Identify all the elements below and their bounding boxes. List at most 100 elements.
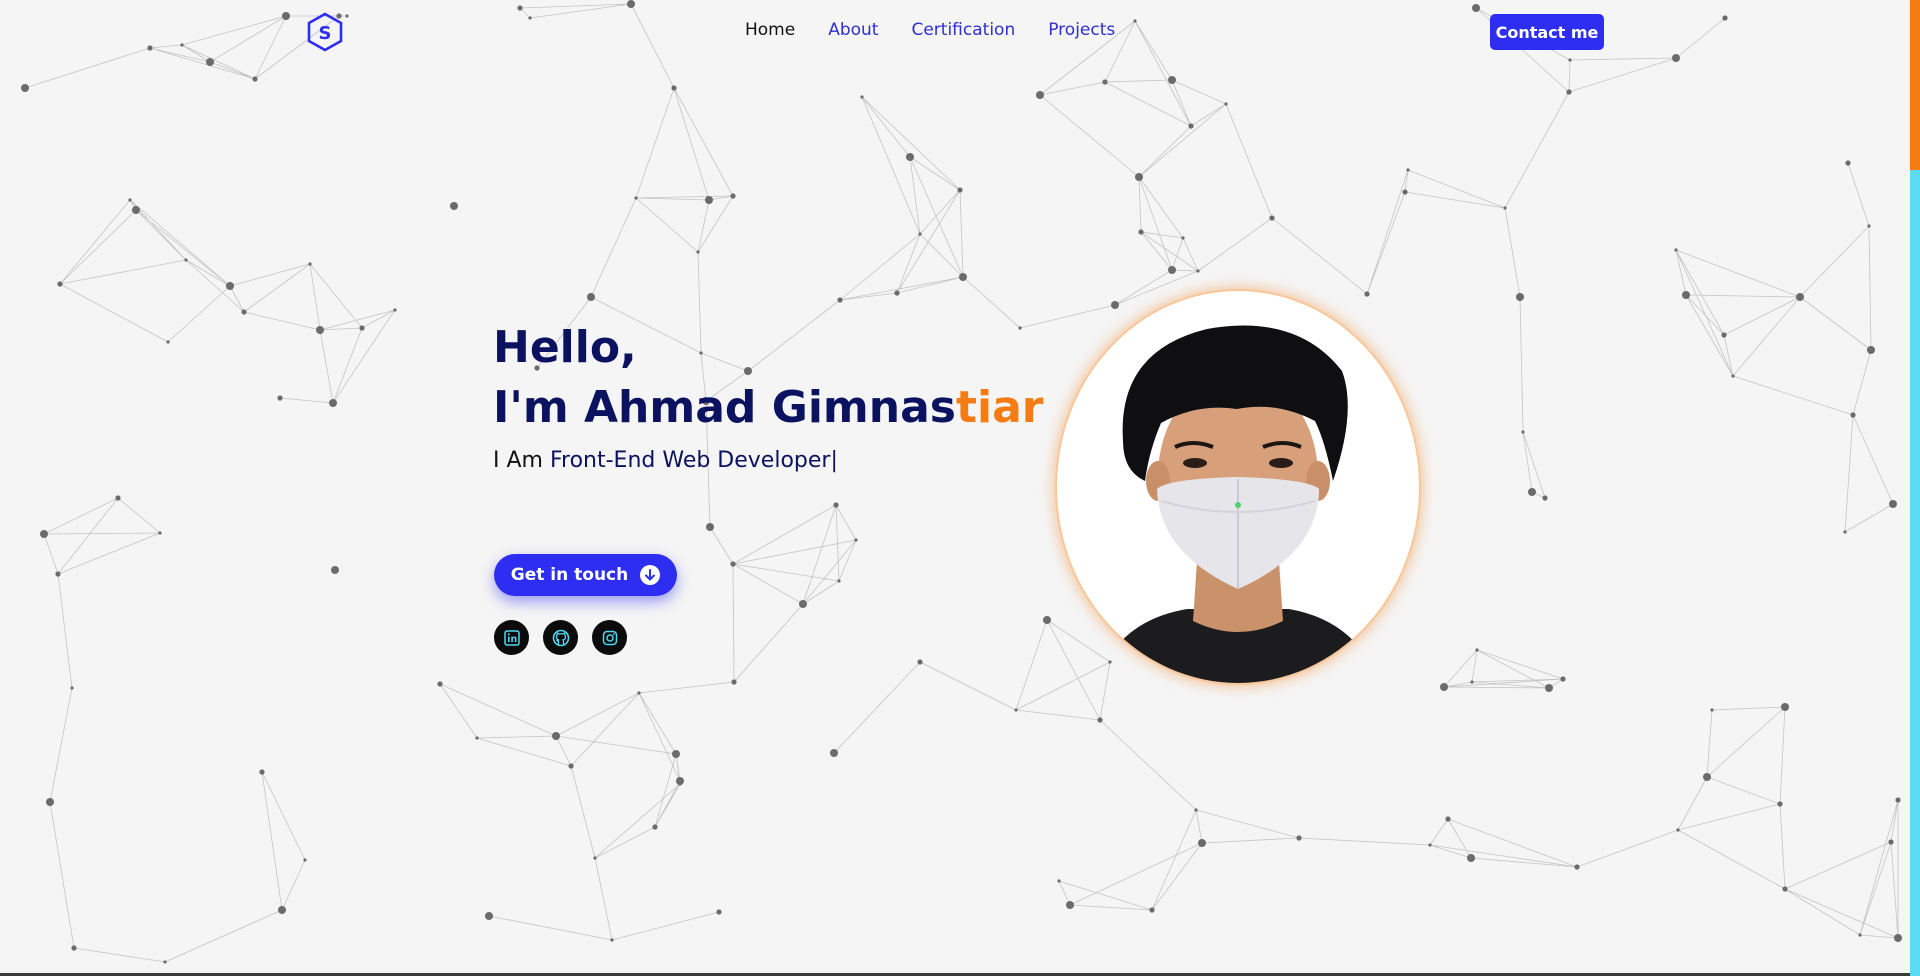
network-node (1703, 773, 1711, 781)
network-node (1467, 854, 1475, 862)
contact-me-button[interactable]: Contact me (1490, 14, 1604, 50)
instagram-link[interactable] (592, 620, 627, 655)
network-node (833, 502, 839, 508)
hero-greeting: Hello, (493, 322, 637, 373)
network-node (730, 193, 736, 199)
network-node (1181, 236, 1185, 240)
network-node (652, 824, 658, 830)
network-node (1364, 291, 1370, 297)
network-links (24, 3, 1899, 963)
instagram-icon (602, 630, 617, 645)
network-node (634, 196, 638, 200)
network-node (278, 906, 286, 914)
profile-photo (1057, 291, 1419, 683)
get-in-touch-button[interactable]: Get in touch (494, 554, 677, 596)
nav-about[interactable]: About (828, 20, 878, 40)
network-node (1867, 224, 1871, 228)
linkedin-icon (503, 629, 520, 646)
network-node (1402, 189, 1408, 195)
network-node (316, 326, 324, 334)
network-node (1674, 248, 1678, 252)
network-node (1138, 229, 1144, 235)
navbar: S Home About Certification Projects Cont… (0, 0, 1910, 64)
network-node (610, 938, 614, 942)
network-node (1135, 173, 1143, 181)
network-node (450, 202, 458, 210)
arrow-down-circle-icon (640, 565, 661, 585)
network-node (1843, 530, 1847, 534)
network-node (475, 736, 479, 740)
network-node (671, 85, 677, 91)
network-node (552, 732, 560, 740)
network-node (1542, 495, 1548, 501)
scrollbar-thumb[interactable] (1910, 0, 1920, 170)
network-node (158, 531, 162, 535)
hero-name: I'm Ahmad Gimnastiar (493, 378, 1044, 438)
network-node (46, 798, 54, 806)
network-node (57, 281, 63, 287)
network-node (132, 206, 140, 214)
network-node (128, 198, 132, 202)
network-node (854, 538, 858, 542)
network-node (115, 495, 121, 501)
network-node (1269, 215, 1275, 221)
network-node (252, 76, 258, 82)
social-links (494, 620, 627, 655)
network-node (1850, 412, 1856, 418)
hero-role: Front-End Web Developer (549, 448, 831, 473)
network-node (1867, 346, 1875, 354)
github-link[interactable] (543, 620, 578, 655)
network-node (1296, 835, 1302, 841)
network-node (906, 153, 914, 161)
network-node (672, 750, 680, 758)
network-node (1682, 291, 1690, 299)
network-node (303, 858, 307, 862)
network-node (241, 309, 247, 315)
network-node (957, 187, 963, 193)
network-node (706, 523, 714, 531)
network-node (485, 912, 493, 920)
network-node (329, 399, 337, 407)
nav-home[interactable]: Home (745, 20, 795, 40)
network-node (40, 530, 48, 538)
network-node (860, 95, 864, 99)
network-node (359, 325, 365, 331)
network-node (1895, 797, 1901, 803)
network-node (70, 686, 74, 690)
nav-projects[interactable]: Projects (1048, 20, 1115, 40)
network-node (837, 297, 843, 303)
network-node (1721, 332, 1727, 338)
linkedin-link[interactable] (494, 620, 529, 655)
github-icon (552, 629, 569, 646)
network-node (1149, 907, 1155, 913)
network-node (1102, 79, 1108, 85)
network-node (1224, 102, 1228, 106)
hero-name-accent: tiar (956, 382, 1044, 433)
hexagon-logo-icon[interactable]: S (306, 12, 344, 52)
network-node (1516, 293, 1524, 301)
network-node (1574, 864, 1580, 870)
network-node (696, 250, 700, 254)
network-node (1111, 301, 1119, 309)
network-node (1194, 808, 1198, 812)
network-node (1445, 816, 1451, 822)
network-node (1889, 500, 1897, 508)
network-node (1043, 616, 1051, 624)
network-node (799, 600, 807, 608)
network-node (1731, 374, 1735, 378)
network-node (959, 273, 967, 281)
network-node (55, 571, 61, 577)
network-node (1894, 934, 1902, 942)
network-node (1428, 843, 1432, 847)
network-node (1014, 708, 1018, 712)
network-node (830, 749, 838, 757)
network-node (1858, 933, 1862, 937)
network-node (1845, 160, 1851, 166)
network-node (437, 681, 443, 687)
network-node (393, 308, 397, 312)
network-node (1503, 206, 1507, 210)
nav-certification[interactable]: Certification (911, 20, 1015, 40)
network-node (705, 196, 713, 204)
network-node (917, 659, 923, 665)
network-node (71, 945, 77, 951)
